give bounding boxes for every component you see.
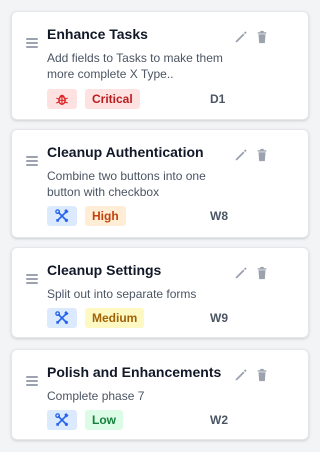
task-card[interactable]: Cleanup Authentication Combine two butto… bbox=[11, 129, 309, 238]
priority-badge: Critical bbox=[85, 89, 140, 109]
task-title: Cleanup Settings bbox=[47, 262, 162, 278]
priority-badge: Medium bbox=[85, 308, 145, 328]
edit-icon[interactable] bbox=[234, 368, 248, 382]
task-description: Split out into separate forms bbox=[47, 287, 197, 301]
task-card[interactable]: Enhance Tasks Add fields to Tasks to mak… bbox=[11, 11, 309, 120]
task-title: Enhance Tasks bbox=[47, 26, 148, 42]
task-description: Complete phase 7 bbox=[47, 389, 145, 403]
task-description: Add fields to Tasks to make them more co… bbox=[47, 51, 223, 81]
trash-icon[interactable] bbox=[255, 30, 269, 44]
trash-icon[interactable] bbox=[255, 368, 269, 382]
task-id: W9 bbox=[210, 311, 228, 325]
priority-badge: High bbox=[85, 206, 126, 226]
task-description: Combine two buttons into one button with… bbox=[47, 169, 206, 199]
task-id: W2 bbox=[210, 413, 228, 427]
drag-handle-icon[interactable] bbox=[26, 38, 38, 48]
drag-handle-icon[interactable] bbox=[26, 156, 38, 166]
task-title: Cleanup Authentication bbox=[47, 144, 204, 160]
trash-icon[interactable] bbox=[255, 148, 269, 162]
tools-icon bbox=[55, 413, 69, 426]
task-card[interactable]: Cleanup Settings Split out into separate… bbox=[11, 247, 309, 338]
type-badge bbox=[47, 206, 77, 226]
drag-handle-icon[interactable] bbox=[26, 376, 38, 386]
type-badge bbox=[47, 89, 77, 109]
edit-icon[interactable] bbox=[234, 148, 248, 162]
edit-icon[interactable] bbox=[234, 30, 248, 44]
task-board: Enhance Tasks Add fields to Tasks to mak… bbox=[0, 0, 309, 452]
task-id: W8 bbox=[210, 209, 228, 223]
type-badge bbox=[47, 308, 77, 328]
bug-icon bbox=[56, 94, 68, 105]
priority-badge: Low bbox=[85, 410, 123, 430]
edit-icon[interactable] bbox=[234, 266, 248, 280]
tools-icon bbox=[55, 311, 69, 324]
type-badge bbox=[47, 410, 77, 430]
task-card[interactable]: Polish and Enhancements Complete phase 7 bbox=[11, 349, 309, 440]
task-id: D1 bbox=[210, 92, 226, 106]
tools-icon bbox=[55, 209, 69, 222]
task-title: Polish and Enhancements bbox=[47, 364, 222, 380]
drag-handle-icon[interactable] bbox=[26, 274, 38, 284]
trash-icon[interactable] bbox=[255, 266, 269, 280]
